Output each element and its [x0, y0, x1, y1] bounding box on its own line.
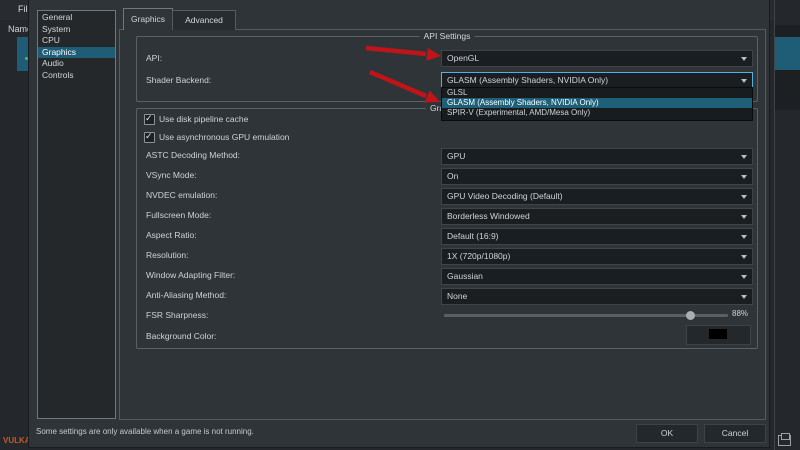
- dropdown-arrow-icon: [741, 255, 747, 259]
- fsr-slider-handle[interactable]: [686, 311, 695, 320]
- game-list-selected-row-right[interactable]: [775, 37, 800, 70]
- sidebar-item-graphics[interactable]: Graphics: [38, 47, 115, 59]
- dropdown-arrow-icon: [741, 79, 747, 83]
- dropdown-arrow-icon: [741, 295, 747, 299]
- tab-advanced[interactable]: Advanced: [172, 10, 236, 30]
- shader-backend-label: Shader Backend:: [146, 75, 211, 85]
- popup-item-glsl[interactable]: GLSL: [442, 88, 752, 98]
- check-icon: ✓: [145, 131, 153, 142]
- check-icon: ✓: [145, 113, 153, 124]
- api-settings-group-title: API Settings: [420, 31, 475, 41]
- dock-screenshot-icon[interactable]: [778, 435, 791, 446]
- checkbox-disk-pipeline-cache[interactable]: ✓: [144, 114, 155, 125]
- sidebar-item-system[interactable]: System: [38, 24, 115, 36]
- popup-item-spirv[interactable]: SPIR-V (Experimental, AMD/Mesa Only): [442, 108, 752, 118]
- popup-item-glasm[interactable]: GLASM (Assembly Shaders, NVIDIA Only): [442, 98, 752, 108]
- background-color-button[interactable]: [686, 325, 751, 345]
- sidebar-item-audio[interactable]: Audio: [38, 58, 115, 70]
- api-dropdown-value: OpenGL: [447, 51, 479, 66]
- fullscreen-mode-dropdown[interactable]: Borderless Windowed: [441, 208, 753, 225]
- sidebar-item-cpu[interactable]: CPU: [38, 35, 115, 47]
- sidebar-item-general[interactable]: General: [38, 12, 115, 24]
- game-list-right-strip: [774, 0, 800, 450]
- tab-graphics[interactable]: Graphics: [123, 8, 173, 30]
- dropdown-arrow-icon: [741, 57, 747, 61]
- checkbox-async-gpu-emulation[interactable]: ✓: [144, 132, 155, 143]
- ok-button[interactable]: OK: [636, 424, 698, 443]
- dropdown-arrow-icon: [741, 155, 747, 159]
- sidebar-item-controls[interactable]: Controls: [38, 70, 115, 82]
- dropdown-arrow-icon: [741, 275, 747, 279]
- screen: File Name VULKA General System CPU Graph…: [0, 0, 800, 450]
- fullscreen-mode-label: Fullscreen Mode:: [146, 210, 211, 220]
- resolution-label: Resolution:: [146, 250, 189, 260]
- vsync-mode-dropdown[interactable]: On: [441, 168, 753, 185]
- dropdown-arrow-icon: [741, 235, 747, 239]
- cancel-button[interactable]: Cancel: [704, 424, 766, 443]
- window-adapting-filter-dropdown[interactable]: Gaussian: [441, 268, 753, 285]
- dropdown-arrow-icon: [741, 215, 747, 219]
- anti-aliasing-dropdown[interactable]: None: [441, 288, 753, 305]
- fsr-sharpness-label: FSR Sharpness:: [146, 310, 208, 320]
- nvdec-emulation-label: NVDEC emulation:: [146, 190, 217, 200]
- astc-decoding-label: ASTC Decoding Method:: [146, 150, 240, 160]
- shader-backend-dropdown-value: GLASM (Assembly Shaders, NVIDIA Only): [447, 73, 608, 88]
- dropdown-arrow-icon: [741, 195, 747, 199]
- fsr-sharpness-value: 88%: [732, 309, 748, 318]
- nvdec-emulation-dropdown[interactable]: GPU Video Decoding (Default): [441, 188, 753, 205]
- aspect-ratio-dropdown[interactable]: Default (16:9): [441, 228, 753, 245]
- aspect-ratio-label: Aspect Ratio:: [146, 230, 197, 240]
- background-color-label: Background Color:: [146, 331, 216, 341]
- vsync-mode-label: VSync Mode:: [146, 170, 197, 180]
- dropdown-arrow-icon: [741, 175, 747, 179]
- configuration-dialog: General System CPU Graphics Audio Contro…: [28, 0, 770, 448]
- settings-category-list: General System CPU Graphics Audio Contro…: [37, 10, 116, 419]
- status-backend-label: VULKA: [3, 436, 31, 445]
- checkbox-async-gpu-emulation-label[interactable]: Use asynchronous GPU emulation: [159, 132, 289, 142]
- api-dropdown[interactable]: OpenGL: [441, 50, 753, 67]
- window-adapting-filter-label: Window Adapting Filter:: [146, 270, 235, 280]
- background-color-swatch: [709, 329, 727, 339]
- resolution-dropdown[interactable]: 1X (720p/1080p): [441, 248, 753, 265]
- shader-backend-popup: GLSL GLASM (Assembly Shaders, NVIDIA Onl…: [441, 87, 753, 121]
- anti-aliasing-label: Anti-Aliasing Method:: [146, 290, 226, 300]
- api-label: API:: [146, 53, 162, 63]
- astc-decoding-dropdown[interactable]: GPU: [441, 148, 753, 165]
- footer-note: Some settings are only available when a …: [36, 427, 254, 436]
- checkbox-disk-pipeline-cache-label[interactable]: Use disk pipeline cache: [159, 114, 248, 124]
